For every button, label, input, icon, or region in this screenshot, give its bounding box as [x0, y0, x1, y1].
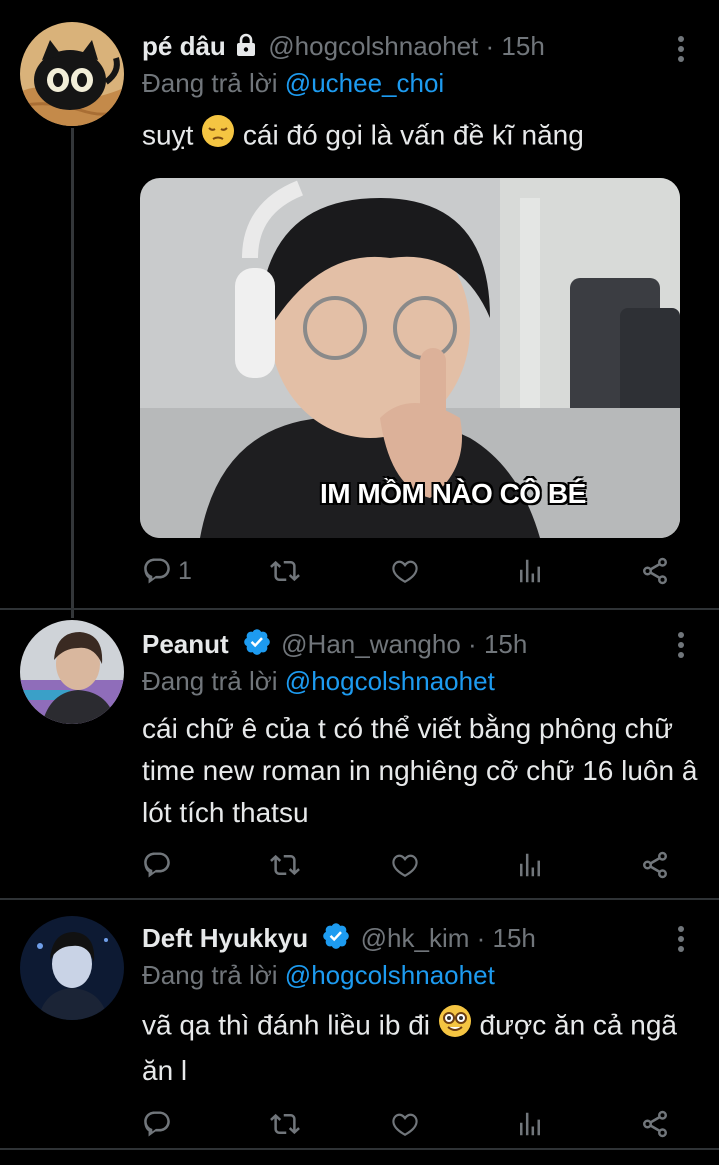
lock-icon [235, 30, 257, 66]
share-button[interactable] [640, 553, 670, 589]
separator-dot: · [468, 629, 477, 659]
avatar[interactable] [20, 916, 124, 1020]
like-icon [390, 1109, 420, 1139]
tweet-text-part: cái đó gọi là vấn đề kĩ năng [242, 119, 584, 151]
tweet-pe-dau[interactable]: pé dâu @hogcolshnaohet · 15h Đang trả lờ… [0, 0, 719, 610]
reply-button[interactable] [142, 1106, 172, 1142]
display-name[interactable]: pé dâu [142, 31, 226, 61]
replying-to: Đang trả lời @uchee_choi [142, 68, 444, 99]
tweet-text: vã qa thì đánh liều ib đi được ăn cả ngã… [142, 1004, 702, 1092]
retweet-button[interactable] [270, 1106, 300, 1142]
tweet-text: cái chữ ê của t có thể viết bằng phông c… [142, 713, 698, 828]
avatar[interactable] [20, 22, 124, 126]
pensive-face-emoji [201, 114, 235, 160]
tweet-actions [142, 1106, 682, 1142]
reply-mention-link[interactable]: @hogcolshnaohet [285, 666, 495, 696]
reply-prefix: Đang trả lời [142, 68, 278, 98]
tweet-text-part: suỵt [142, 119, 194, 151]
separator-dot: · [485, 31, 495, 61]
timestamp[interactable]: 15h [501, 31, 544, 61]
analytics-icon [515, 556, 545, 586]
share-button[interactable] [640, 847, 670, 883]
like-button[interactable] [390, 1106, 420, 1142]
avatar[interactable] [20, 620, 124, 724]
like-icon [390, 556, 420, 586]
analytics-icon [515, 1109, 545, 1139]
divider [0, 1148, 719, 1150]
tweet-header: pé dâu @hogcolshnaohet · 15h [142, 28, 545, 64]
analytics-button[interactable] [515, 1106, 545, 1142]
reply-mention-link[interactable]: @hogcolshnaohet [285, 960, 495, 990]
analytics-icon [515, 850, 545, 880]
nerd-face-emoji [438, 1004, 472, 1050]
user-handle[interactable]: @hogcolshnaohet [268, 31, 478, 61]
like-button[interactable] [390, 553, 420, 589]
reply-prefix: Đang trả lời [142, 960, 278, 990]
tweet-peanut[interactable]: Peanut @Han_wangho · 15h Đang trả lời @h… [0, 610, 719, 900]
share-icon [640, 556, 670, 586]
share-button[interactable] [640, 1106, 670, 1142]
retweet-button[interactable] [270, 553, 300, 589]
reply-button[interactable] [142, 847, 172, 883]
tweet-header: Deft Hyukkyu @hk_kim · 15h [142, 920, 536, 956]
share-icon [640, 1109, 670, 1139]
tweet-deft[interactable]: Deft Hyukkyu @hk_kim · 15h Đang trả lời … [0, 900, 719, 1146]
like-button[interactable] [390, 847, 420, 883]
retweet-icon [270, 1109, 300, 1139]
tweet-text: suỵt cái đó gọi là vấn đề kĩ năng [142, 114, 702, 160]
analytics-button[interactable] [515, 553, 545, 589]
retweet-button[interactable] [270, 847, 300, 883]
timestamp[interactable]: 15h [493, 923, 536, 953]
reply-mention-link[interactable]: @uchee_choi [285, 68, 444, 98]
like-icon [390, 850, 420, 880]
display-name[interactable]: Deft Hyukkyu [142, 923, 308, 953]
tweet-actions [142, 847, 682, 883]
reply-icon [142, 850, 172, 880]
replying-to: Đang trả lời @hogcolshnaohet [142, 960, 495, 991]
replying-to: Đang trả lời @hogcolshnaohet [142, 666, 495, 697]
tweet-media-image[interactable]: IM MỒM NÀO CÔ BÉ [140, 178, 680, 538]
reply-icon [142, 1109, 172, 1139]
media-caption: IM MỒM NÀO CÔ BÉ [320, 478, 586, 509]
user-handle[interactable]: @hk_kim [361, 923, 470, 953]
reply-count: 1 [178, 556, 192, 585]
tweet-header: Peanut @Han_wangho · 15h [142, 626, 527, 662]
display-name[interactable]: Peanut [142, 629, 229, 659]
retweet-icon [270, 556, 300, 586]
verified-badge-icon [321, 921, 351, 960]
reply-prefix: Đang trả lời [142, 666, 278, 696]
reply-button[interactable]: 1 [142, 553, 192, 589]
analytics-button[interactable] [515, 847, 545, 883]
user-handle[interactable]: @Han_wangho [281, 629, 461, 659]
tweet-text-part: vã qa thì đánh liều ib đi [142, 1009, 430, 1041]
tweet-actions: 1 [142, 553, 682, 589]
share-icon [640, 850, 670, 880]
verified-badge-icon [242, 627, 272, 666]
separator-dot: · [476, 923, 486, 953]
more-icon[interactable] [677, 632, 685, 662]
retweet-icon [270, 850, 300, 880]
reply-icon [142, 556, 172, 586]
more-icon[interactable] [677, 926, 685, 956]
more-icon[interactable] [677, 36, 685, 66]
timestamp[interactable]: 15h [484, 629, 527, 659]
